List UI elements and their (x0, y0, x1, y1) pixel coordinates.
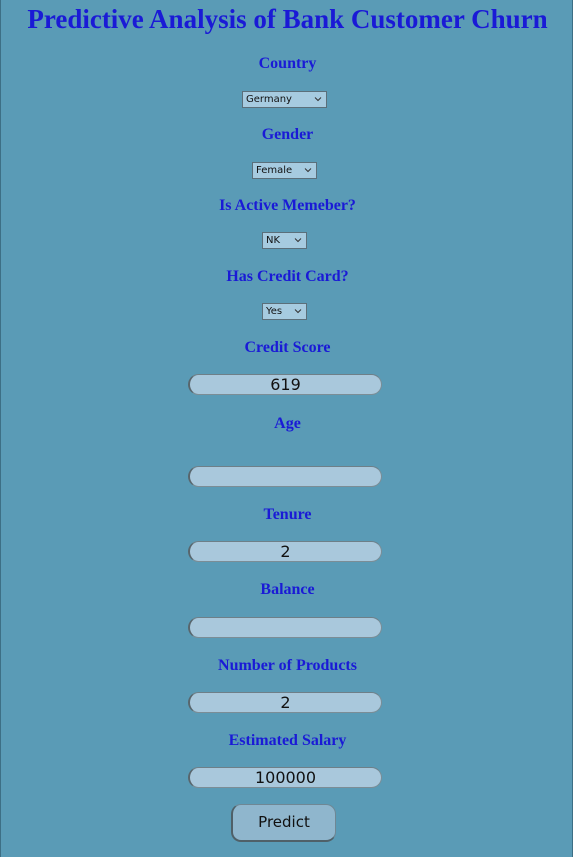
chevron-down-icon (294, 309, 302, 314)
credit-card-select[interactable]: Yes (262, 303, 307, 320)
active-member-label: Is Active Memeber? (219, 197, 356, 214)
balance-label: Balance (260, 581, 315, 598)
chevron-down-icon (304, 168, 312, 173)
tenure-input[interactable]: 2 (188, 541, 382, 562)
num-products-label: Number of Products (218, 657, 357, 674)
page-title: Predictive Analysis of Bank Customer Chu… (27, 4, 548, 34)
chevron-down-icon (314, 97, 322, 102)
chevron-down-icon (294, 238, 302, 243)
country-select[interactable]: Germany (242, 91, 327, 108)
credit-card-select-value: Yes (266, 306, 283, 317)
num-products-input[interactable]: 2 (188, 692, 382, 713)
gender-label: Gender (261, 126, 314, 143)
credit-score-input[interactable]: 619 (188, 374, 382, 395)
age-label: Age (274, 415, 301, 432)
gender-select-value: Female (256, 165, 293, 176)
tenure-label: Tenure (263, 506, 312, 523)
active-member-select[interactable]: NK (262, 232, 307, 249)
balance-input[interactable] (188, 617, 382, 638)
gender-select[interactable]: Female (252, 162, 317, 179)
estimated-salary-label: Estimated Salary (228, 732, 347, 749)
country-select-value: Germany (246, 94, 292, 105)
credit-card-label: Has Credit Card? (226, 268, 349, 285)
active-member-select-value: NK (266, 235, 281, 246)
predict-button[interactable]: Predict (231, 804, 336, 842)
credit-score-label: Credit Score (244, 339, 331, 356)
country-label: Country (258, 55, 317, 72)
estimated-salary-input[interactable]: 100000 (188, 767, 382, 788)
age-input[interactable] (188, 466, 382, 487)
